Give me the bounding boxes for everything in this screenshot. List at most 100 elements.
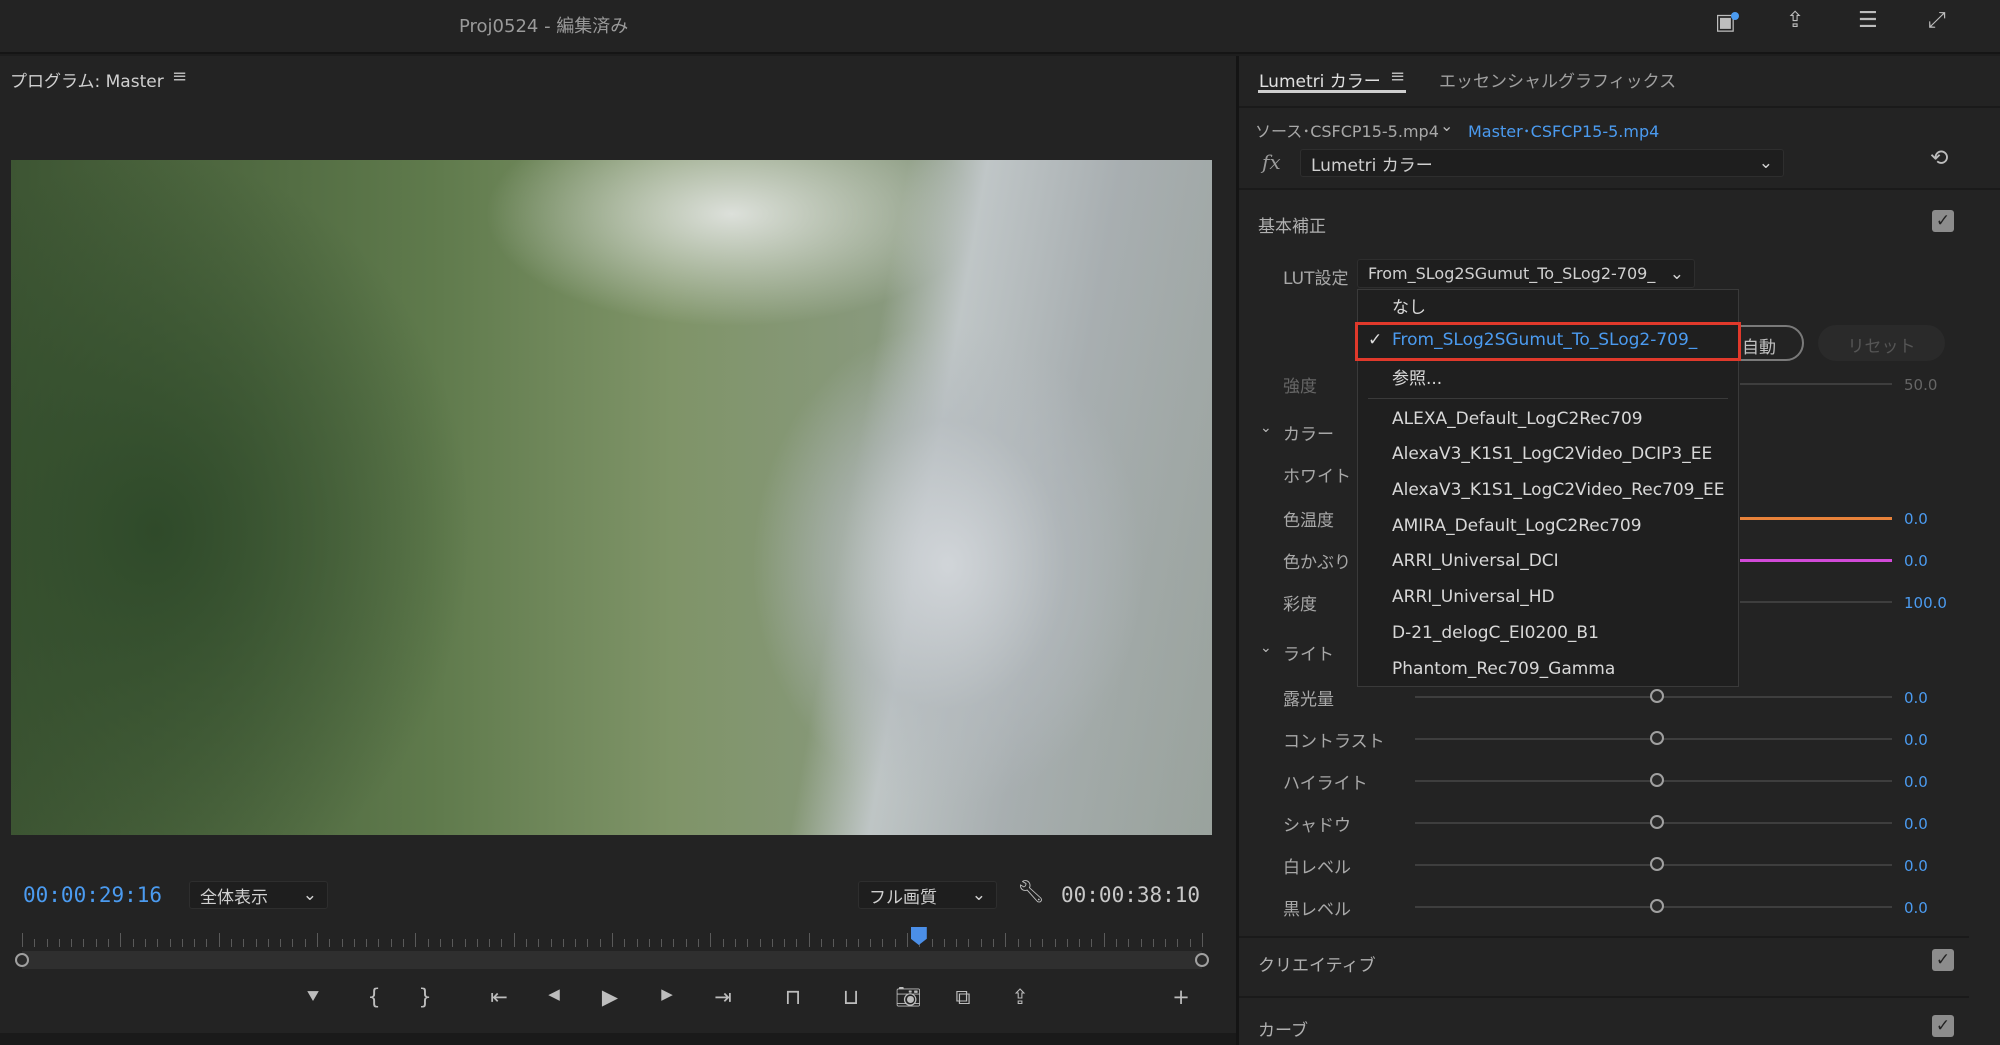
light-slider-knob[interactable] [1650,731,1664,745]
light-slider-value[interactable]: 0.0 [1904,773,1928,791]
light-slider-label: 白レベル [1283,858,1351,878]
effect-dropdown[interactable]: Lumetri カラー ⌄ [1300,149,1784,177]
temperature-value[interactable]: 0.0 [1904,510,1928,528]
quality-dropdown[interactable]: フル画質 ⌄ [858,881,997,909]
ruler-tick [882,939,884,947]
share-icon[interactable]: ⇪ [1008,985,1032,1009]
light-slider-knob[interactable] [1650,773,1664,787]
ruler-tick [562,939,564,947]
basic-correction-title[interactable]: 基本補正 [1258,212,1326,237]
share-icon[interactable]: ⇪ [1786,8,1804,33]
mark-out-icon[interactable]: } [413,985,437,1009]
light-slider-value[interactable]: 0.0 [1904,857,1928,875]
out-handle[interactable] [1195,953,1209,967]
creative-title[interactable]: クリエイティブ [1258,951,1376,976]
reset-button[interactable]: リセット [1818,325,1945,361]
go-to-in-icon[interactable]: ⇤ [487,985,511,1009]
intensity-value[interactable]: 50.0 [1904,376,1937,394]
quality-value: フル画質 [869,887,937,908]
light-section-title[interactable]: ライト [1283,640,1334,665]
ruler-tick [1177,939,1179,947]
reset-effect-icon[interactable]: ⟲ [1930,146,1948,171]
light-slider-label: コントラスト [1283,732,1385,752]
compare-icon[interactable]: ⧉ [951,985,975,1010]
ruler-tick [181,939,183,947]
light-slider-label: 黒レベル [1283,900,1351,920]
light-slider-value[interactable]: 0.0 [1904,815,1928,833]
panel-menu-icon[interactable]: ≡ [1390,66,1405,87]
ruler-tick [329,939,331,947]
lut-menu-item[interactable]: Phantom_Rec709_Gamma [1392,659,1615,679]
tab-essential-graphics[interactable]: エッセンシャルグラフィックス [1439,67,1676,92]
notification-icon[interactable]: ▣ [1715,10,1739,35]
light-slider-knob[interactable] [1650,899,1664,913]
ruler-tick [403,939,405,947]
basic-correction-checkbox[interactable]: ✓ [1932,210,1954,232]
lut-menu-item[interactable]: ARRI_Universal_DCI [1392,551,1559,571]
lut-menu-item[interactable]: D-21_delogC_EI0200_B1 [1392,623,1599,643]
zoom-dropdown[interactable]: 全体表示 ⌄ [189,881,328,909]
wrench-icon[interactable]: 🔧︎ [1017,880,1045,905]
current-timecode[interactable]: 00:00:29:16 [23,883,162,907]
color-section-title[interactable]: カラー [1283,420,1334,445]
saturation-slider[interactable] [1740,601,1892,603]
step-back-icon[interactable]: ◀ [542,985,566,1003]
light-slider-value[interactable]: 0.0 [1904,689,1928,707]
source-clip[interactable]: ソース･CSFCP15-5.mp4 [1255,118,1439,142]
light-slider-value[interactable]: 0.0 [1904,899,1928,917]
add-button-icon[interactable]: + [1169,985,1193,1009]
ruler-tick [907,933,908,947]
mark-in-icon[interactable]: { [362,985,386,1009]
play-icon[interactable]: ▶ [598,985,622,1009]
lut-menu-item[interactable]: ARRI_Universal_HD [1392,587,1555,607]
saturation-value[interactable]: 100.0 [1904,594,1947,612]
tint-value[interactable]: 0.0 [1904,552,1928,570]
ruler-tick [317,933,318,947]
lut-dropdown[interactable]: From_SLog2SGumut_To_SLog2-709_ ⌄ [1357,259,1695,288]
ruler-tick [341,939,343,947]
lut-menu-item[interactable]: AlexaV3_K1S1_LogC2Video_DCIP3_EE [1392,444,1712,464]
temperature-slider[interactable] [1740,517,1892,520]
chevron-down-icon[interactable]: ⌄ [1440,116,1453,135]
ruler-tick [550,939,552,947]
curves-checkbox[interactable]: ✓ [1932,1015,1954,1037]
lut-menu-item[interactable]: AlexaV3_K1S1_LogC2Video_Rec709_EE [1392,480,1724,500]
overwrite-icon[interactable]: ⊔ [839,985,863,1009]
intensity-slider[interactable] [1740,383,1892,385]
lut-menu-item[interactable]: ALEXA_Default_LogC2Rec709 [1392,409,1643,429]
ruler-tick [1066,939,1068,947]
panel-menu-icon[interactable]: ≡ [172,66,187,87]
light-slider-knob[interactable] [1650,815,1664,829]
light-slider-knob[interactable] [1650,689,1664,703]
workspaces-icon[interactable]: ☰ [1858,8,1878,33]
tab-lumetri[interactable]: Lumetri カラー [1259,67,1381,92]
light-slider-knob[interactable] [1650,857,1664,871]
master-clip[interactable]: Master･CSFCP15-5.mp4 [1468,118,1659,142]
ruler-tick [1152,939,1154,947]
ruler-tick [34,939,36,947]
fullscreen-icon[interactable]: ⤢ [1928,8,1946,33]
lut-menu-item[interactable]: AMIRA_Default_LogC2Rec709 [1392,516,1642,536]
ruler-tick [734,939,736,947]
creative-checkbox[interactable]: ✓ [1932,949,1954,971]
lut-menu-item[interactable]: 参照... [1392,364,1442,389]
insert-icon[interactable]: ⊓ [781,985,805,1009]
lut-menu-item[interactable]: なし [1392,293,1426,318]
go-to-out-icon[interactable]: ⇥ [711,985,735,1009]
marker-icon[interactable]: ⯆ [301,985,325,1010]
chevron-down-icon[interactable]: ⌄ [1260,640,1272,656]
export-frame-icon[interactable]: 📷︎ [895,985,922,1010]
ruler-tick [538,939,540,947]
step-forward-icon[interactable]: ▶ [655,985,679,1003]
scrub-bar[interactable] [22,951,1202,969]
ruler-tick [353,939,355,947]
in-handle[interactable] [15,953,29,967]
ruler-tick [452,939,454,947]
curves-title[interactable]: カーブ [1258,1016,1308,1041]
time-ruler[interactable] [22,925,1203,947]
selection-highlight-box [1355,322,1741,361]
chevron-down-icon[interactable]: ⌄ [1260,420,1272,436]
effect-value: Lumetri カラー [1311,155,1433,176]
light-slider-value[interactable]: 0.0 [1904,731,1928,749]
tint-slider[interactable] [1740,559,1892,562]
